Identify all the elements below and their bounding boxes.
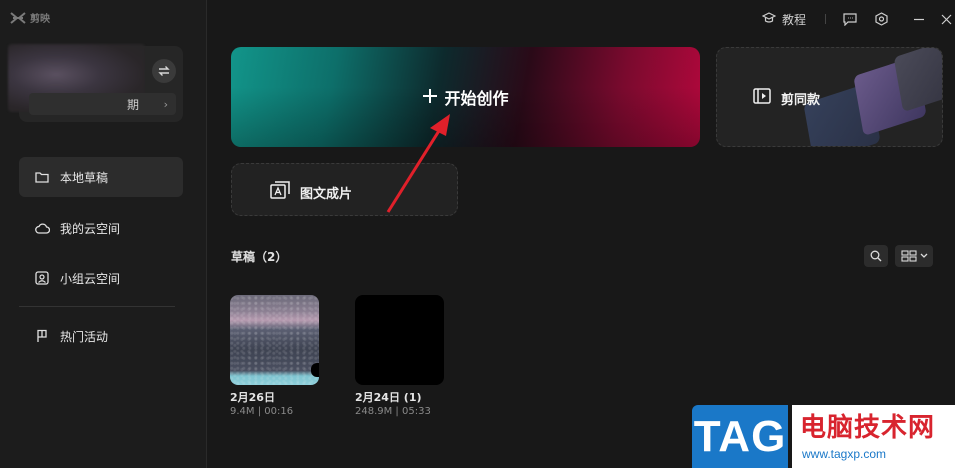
close-button[interactable] (941, 11, 952, 27)
tutorial-label: 教程 (782, 12, 807, 27)
template-button[interactable]: 剪同款 (716, 47, 943, 147)
sidebar: 剪映 期 › 本地草稿 我的云空间 小组云空间 热门活动 (0, 0, 207, 468)
view-mode-button[interactable] (895, 245, 933, 267)
settings-button[interactable] (875, 11, 888, 27)
sidebar-item-label: 本地草稿 (60, 170, 109, 185)
watermark-url: www.tagxp.com (802, 447, 887, 461)
profile-sub-text: 期 (127, 98, 140, 112)
plus-icon (422, 88, 438, 106)
draft-meta: 248.9M | 05:33 (355, 406, 431, 417)
template-label-wrap: 剪同款 (753, 88, 820, 108)
start-creating-label-wrap: 开始创作 (231, 85, 700, 109)
sidebar-item-label: 我的云空间 (60, 221, 121, 236)
close-icon (941, 14, 952, 24)
template-label: 剪同款 (781, 92, 821, 108)
flag-icon (34, 328, 50, 344)
app-logo: 剪映 (10, 10, 50, 25)
search-button[interactable] (864, 245, 888, 267)
draft-name[interactable]: 2月24日 (1) (355, 389, 422, 405)
draft-meta: 9.4M | 00:16 (230, 406, 294, 417)
start-creating-label: 开始创作 (444, 89, 509, 108)
chevron-right-icon: › (163, 97, 168, 111)
text-to-video-label-wrap: 图文成片 (270, 181, 352, 203)
sidebar-item-local-drafts[interactable]: 本地草稿 (19, 157, 183, 197)
minimize-button[interactable] (913, 11, 925, 27)
toolbar-divider (825, 14, 826, 24)
film-clip-icon (753, 88, 771, 108)
sidebar-item-my-cloud[interactable]: 我的云空间 (19, 208, 183, 248)
search-icon (870, 250, 882, 262)
swap-icon (158, 66, 170, 76)
drafts-section-title: 草稿（2） (231, 250, 288, 264)
image-text-icon (270, 181, 290, 203)
profile-card[interactable]: 期 › (8, 44, 183, 122)
sidebar-item-hot-events[interactable]: 热门活动 (19, 316, 183, 356)
watermark-site-name: 电脑技术网 (800, 413, 936, 443)
text-to-video-label: 图文成片 (300, 186, 353, 202)
decorative-tile (893, 48, 942, 113)
grid-view-icon (900, 250, 917, 262)
chevron-down-icon (920, 253, 927, 258)
watermark-tag: TAG (692, 405, 788, 468)
message-icon (843, 12, 857, 26)
sidebar-item-label: 热门活动 (60, 329, 109, 344)
minimize-icon (914, 18, 924, 21)
annotation-arrow-icon (386, 114, 450, 213)
sidebar-item-label: 小组云空间 (60, 271, 121, 286)
app-name: 剪映 (30, 14, 50, 25)
tutorial-button[interactable]: 教程 (761, 11, 807, 27)
draft-name[interactable]: 2月26日 (230, 389, 275, 405)
start-creating-button[interactable]: 开始创作 (231, 47, 700, 147)
group-cloud-icon (34, 270, 50, 286)
capcut-logo-icon (10, 11, 26, 25)
graduation-cap-icon (761, 11, 777, 27)
gear-icon (875, 12, 888, 26)
feedback-button[interactable] (843, 11, 857, 27)
folder-icon (34, 169, 50, 185)
sidebar-divider (19, 306, 175, 307)
draft-thumbnail[interactable] (355, 295, 444, 385)
profile-subbar[interactable]: 期 › (29, 93, 176, 115)
draft-thumbnail[interactable] (230, 295, 319, 385)
watermark: TAG 电脑技术网 www.tagxp.com (692, 405, 955, 468)
sidebar-item-group-cloud[interactable]: 小组云空间 (19, 258, 183, 298)
cloud-icon (34, 220, 50, 236)
switch-account-button[interactable] (152, 59, 176, 83)
